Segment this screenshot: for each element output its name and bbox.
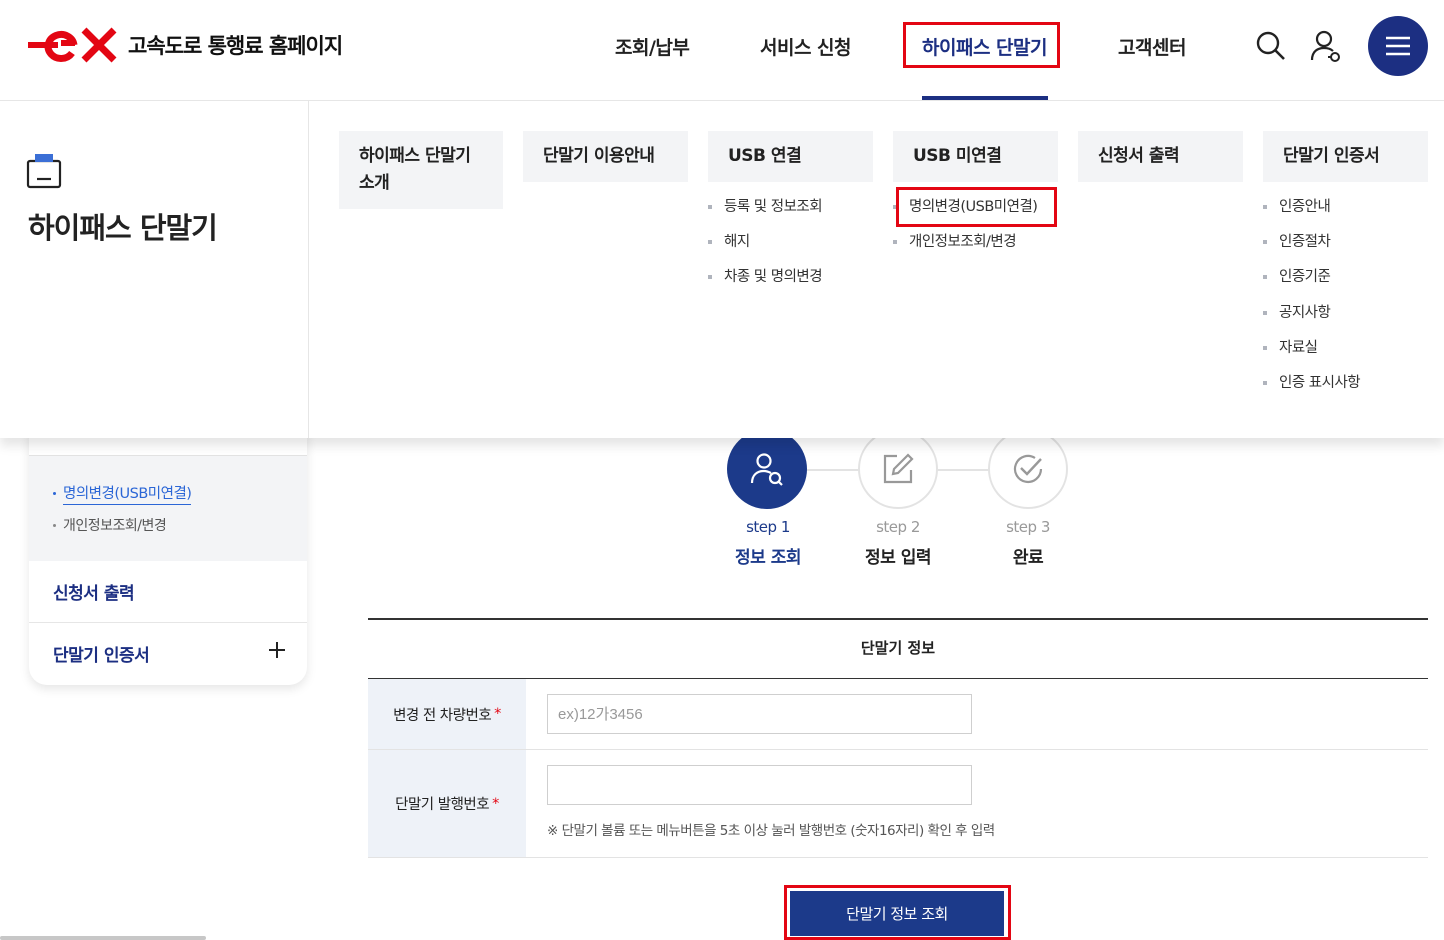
side-item-certificate[interactable]: 단말기 인증서 <box>29 623 307 685</box>
site-logo[interactable]: 고속도로 통행료 홈페이지 <box>28 26 343 64</box>
mega-link-cancel[interactable]: 해지 <box>708 227 873 262</box>
step-connector <box>806 469 860 471</box>
step-connector <box>936 469 990 471</box>
mega-head-guide[interactable]: 단말기 이용안내 <box>523 131 688 182</box>
required-mark: * <box>492 795 499 812</box>
mega-col-form-print: 신청서 출력 <box>1078 131 1243 182</box>
side-item-label: 단말기 인증서 <box>53 646 150 666</box>
form-label-old-plate: 변경 전 차량번호 * <box>368 679 526 749</box>
mega-link-register[interactable]: 등록 및 정보조회 <box>708 192 873 227</box>
mega-section-title: 하이패스 단말기 <box>28 211 218 245</box>
gnb-active-indicator <box>922 96 1048 100</box>
step-3-name: 완료 <box>1012 548 1044 568</box>
side-item-form-print[interactable]: 신청서 출력 <box>29 561 307 623</box>
gnb-item-customer-center[interactable]: 고객센터 <box>1118 33 1186 60</box>
form-row-issue-number: 단말기 발행번호 * ※ 단말기 볼륨 또는 메뉴버튼을 5초 이상 눌러 발행번… <box>368 750 1428 858</box>
login-button[interactable] <box>1308 28 1344 64</box>
site-logo-text: 고속도로 통행료 홈페이지 <box>128 34 343 58</box>
all-menu-button[interactable] <box>1368 16 1428 76</box>
mega-head-intro[interactable]: 하이패스 단말기 소개 <box>339 131 503 209</box>
mega-link-archive[interactable]: 자료실 <box>1263 333 1428 368</box>
mega-col-usb-unconnected: USB 미연결 명의변경(USB미연결) 개인정보조회/변경 <box>893 131 1058 262</box>
mega-head-form-print[interactable]: 신청서 출력 <box>1078 131 1243 182</box>
side-nav-submenu: 명의변경(USB미연결) 개인정보조회/변경 <box>29 455 307 561</box>
mega-col-intro: 하이패스 단말기 소개 <box>339 131 504 209</box>
gnb-item-service-apply[interactable]: 서비스 신청 <box>760 33 852 60</box>
search-icon <box>1256 31 1285 60</box>
step-2-name: 정보 입력 <box>865 548 931 568</box>
terminal-device-icon <box>26 154 62 189</box>
form-title: 단말기 정보 <box>368 618 1428 679</box>
step-1-number: step 1 <box>746 518 790 536</box>
gnb-item-hipass-terminal[interactable]: 하이패스 단말기 <box>922 33 1047 60</box>
issue-number-input[interactable] <box>547 765 972 805</box>
issue-number-hint: ※ 단말기 볼륨 또는 메뉴버튼을 5초 이상 눌러 발행번호 (숫자16자리)… <box>547 823 995 839</box>
mega-link-cert-criteria[interactable]: 인증기준 <box>1263 262 1428 297</box>
user-search-icon <box>750 453 783 486</box>
step-1-name: 정보 조회 <box>735 548 801 568</box>
form-label-issue-number: 단말기 발행번호 * <box>368 750 526 857</box>
label-text: 단말기 발행번호 <box>395 797 490 813</box>
mega-head-usb-unconnected[interactable]: USB 미연결 <box>893 131 1058 182</box>
mega-head-certificate[interactable]: 단말기 인증서 <box>1263 131 1428 182</box>
check-circle-icon <box>1013 454 1043 484</box>
edit-icon <box>883 453 914 484</box>
ex-logo-icon <box>28 27 117 63</box>
menu-icon <box>1386 36 1410 56</box>
mega-menu-section: 하이패스 단말기 <box>0 101 309 438</box>
step-2-circle <box>858 429 938 509</box>
search-button[interactable] <box>1253 28 1289 64</box>
required-mark: * <box>494 706 501 722</box>
side-sub-personal-info[interactable]: 개인정보조회/변경 <box>63 515 167 535</box>
mega-link-cert-procedure[interactable]: 인증절차 <box>1263 227 1428 262</box>
side-item-label: 신청서 출력 <box>53 584 135 604</box>
mega-link-vehicle-name-change[interactable]: 차종 및 명의변경 <box>708 262 873 297</box>
mega-col-guide: 단말기 이용안내 <box>523 131 688 182</box>
site-header: 고속도로 통행료 홈페이지 조회/납부 서비스 신청 하이패스 단말기 고객센터 <box>0 0 1444 101</box>
old-plate-input[interactable] <box>547 694 972 734</box>
mega-link-cert-guide[interactable]: 인증안내 <box>1263 192 1428 227</box>
step-3-circle <box>988 429 1068 509</box>
bullet-dot <box>53 492 56 495</box>
side-sub-name-change[interactable]: 명의변경(USB미연결) <box>63 482 192 505</box>
mega-link-notice[interactable]: 공지사항 <box>1263 298 1428 333</box>
gnb-item-inquiry-payment[interactable]: 조회/납부 <box>615 33 690 60</box>
mega-col-certificate: 단말기 인증서 인증안내 인증절차 인증기준 공지사항 자료실 인증 표시사항 <box>1263 131 1428 403</box>
step-3-number: step 3 <box>1006 518 1050 536</box>
mega-link-cert-marking[interactable]: 인증 표시사항 <box>1263 368 1428 403</box>
form-row-old-plate: 변경 전 차량번호 * <box>368 679 1428 750</box>
mega-link-name-change-usb[interactable]: 명의변경(USB미연결) <box>893 192 1058 227</box>
mega-head-usb-connected[interactable]: USB 연결 <box>708 131 873 182</box>
label-text: 변경 전 차량번호 <box>393 707 492 724</box>
horizontal-scrollbar[interactable] <box>0 936 206 940</box>
user-icon <box>1310 30 1340 62</box>
bullet-dot <box>53 524 56 527</box>
mega-col-usb-connected: USB 연결 등록 및 정보조회 해지 차종 및 명의변경 <box>708 131 873 298</box>
step-1-circle <box>727 429 807 509</box>
step-2-number: step 2 <box>876 518 920 536</box>
terminal-info-search-button[interactable]: 단말기 정보 조회 <box>790 891 1004 936</box>
terminal-info-form: 단말기 정보 변경 전 차량번호* 단말기 발행번호* ※ 단말기 볼륨 또는 … <box>368 618 1428 858</box>
mega-menu: 하이패스 단말기 하이패스 단말기 소개 단말기 이용안내 USB 연결 등록 … <box>0 101 1444 438</box>
plus-icon[interactable] <box>269 642 285 658</box>
mega-link-personal-info[interactable]: 개인정보조회/변경 <box>893 227 1058 262</box>
